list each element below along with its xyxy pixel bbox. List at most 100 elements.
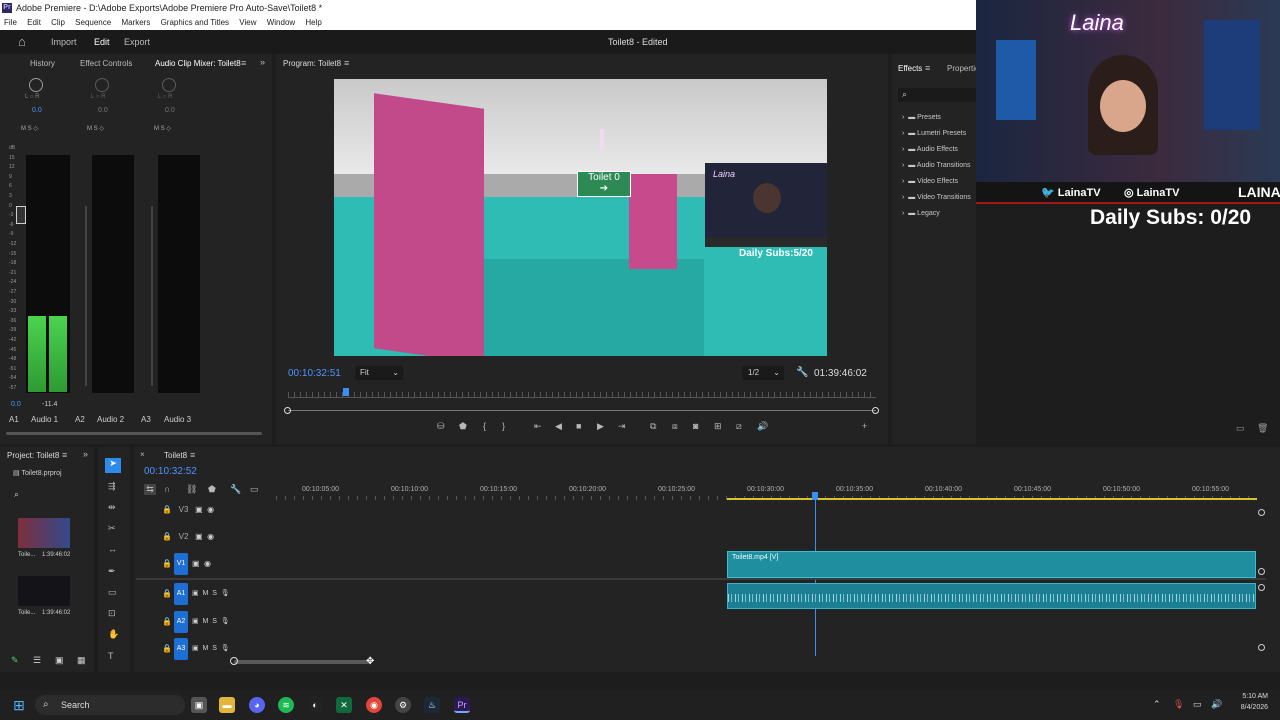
project-file[interactable]: ▤ Toilet8.prproj: [13, 469, 62, 477]
timeline-h-scrollbar[interactable]: [234, 660, 370, 664]
tab-history[interactable]: History: [30, 59, 55, 68]
mute-solo-a3[interactable]: M S ◇: [154, 125, 171, 132]
effects-menu-icon[interactable]: ≡: [925, 63, 930, 73]
slip-icon[interactable]: ↔: [108, 544, 117, 554]
chrome-icon[interactable]: ◉: [366, 697, 382, 713]
volume-fader-a2[interactable]: [85, 206, 87, 386]
pan-knob-a2[interactable]: [95, 78, 109, 92]
program-timecode[interactable]: 00:10:32:51: [288, 368, 341, 379]
taskbar-search-box[interactable]: ⌕ Search: [35, 695, 185, 715]
volume-icon[interactable]: 🔊: [1211, 699, 1222, 710]
project-thumbnail-2[interactable]: [18, 576, 70, 606]
app-icon[interactable]: ⚙: [395, 697, 411, 713]
track-v1-controls[interactable]: ▣ ◉: [192, 559, 211, 568]
captions-icon[interactable]: ▭: [250, 484, 259, 495]
video-scroll-handle-top[interactable]: [1258, 509, 1265, 516]
file-explorer-icon[interactable]: ▬: [219, 697, 235, 713]
track-target-a2[interactable]: A2: [174, 611, 188, 633]
track-a1-controls[interactable]: ▣ M S 🎙: [192, 589, 230, 597]
new-bin-icon[interactable]: ▭: [1236, 423, 1245, 434]
pan-knob-a1[interactable]: [29, 78, 43, 92]
effects-search-input[interactable]: ⌕: [898, 88, 976, 102]
fit-dropdown[interactable]: Fit ⌄: [355, 366, 403, 380]
icon-view-icon[interactable]: ▣: [55, 655, 64, 666]
windows-start-icon[interactable]: ⊞: [11, 697, 27, 713]
menu-markers[interactable]: Markers: [121, 18, 150, 27]
project-expand-icon[interactable]: »: [83, 449, 88, 459]
premiere-taskbar-icon[interactable]: Pr: [454, 697, 470, 713]
pencil-icon[interactable]: ✎: [11, 655, 19, 666]
zoom-handle-right[interactable]: [872, 407, 879, 414]
track-select-icon[interactable]: ⇶: [108, 481, 116, 492]
pen-tool-icon[interactable]: ✒: [108, 566, 116, 577]
effect-folder-video-effects[interactable]: › ▬ Video Effects: [902, 178, 958, 185]
wrench-icon[interactable]: 🔧: [796, 367, 808, 378]
trash-icon[interactable]: 🗑: [1257, 423, 1268, 434]
chevron-right-icon[interactable]: »: [260, 57, 265, 67]
mute-solo-a2[interactable]: M S ◇: [87, 125, 104, 132]
volume-fader-a3[interactable]: [151, 206, 153, 386]
program-time-ruler[interactable]: [288, 392, 876, 398]
discord-icon[interactable]: ◕: [249, 697, 265, 713]
pan-value-a1[interactable]: 0.0: [32, 107, 42, 114]
program-menu-icon[interactable]: ≡: [344, 58, 349, 68]
track-target-a3[interactable]: A3: [174, 638, 188, 660]
obs-icon[interactable]: ◐: [307, 697, 323, 713]
zoom-handle-left[interactable]: [284, 407, 291, 414]
trim-icon[interactable]: ⧄: [736, 421, 742, 432]
mark-out-icon[interactable]: }: [502, 421, 505, 431]
menu-edit[interactable]: Edit: [27, 18, 41, 27]
track-divider[interactable]: [136, 578, 1266, 580]
microphone-icon[interactable]: 🎙: [1173, 699, 1184, 710]
lift-icon[interactable]: ⛁: [437, 421, 445, 432]
effect-folder-lumetri[interactable]: › ▬ Lumetri Presets: [902, 130, 966, 137]
resolution-dropdown[interactable]: 1/2 ⌄: [742, 366, 784, 380]
pan-value-a3[interactable]: 0.0: [165, 107, 175, 114]
work-area-bar[interactable]: [727, 498, 1257, 500]
track-target-v1[interactable]: V1: [174, 553, 188, 575]
video-clip-v1[interactable]: Toilet8.mp4 [V]: [727, 551, 1256, 578]
track-target-a1[interactable]: A1: [174, 583, 188, 605]
step-back-icon[interactable]: ◀: [555, 421, 562, 432]
stop-icon[interactable]: ■: [576, 421, 581, 431]
timeline-menu-icon[interactable]: ≡: [190, 450, 195, 460]
insert-icon[interactable]: ⧉: [650, 421, 656, 432]
effect-folder-audio-effects[interactable]: › ▬ Audio Effects: [902, 146, 958, 153]
tab-edit[interactable]: Edit: [94, 30, 110, 54]
multicam-icon[interactable]: ⊞: [714, 421, 722, 432]
tab-audio-clip-mixer[interactable]: Audio Clip Mixer: Toilet8: [155, 59, 241, 68]
menu-graphics[interactable]: Graphics and Titles: [161, 18, 229, 27]
rectangle-tool-icon[interactable]: ▭: [108, 587, 117, 598]
audio-scroll-handle-bottom[interactable]: [1258, 644, 1265, 651]
tab-export[interactable]: Export: [124, 30, 150, 54]
task-view-icon[interactable]: ▣: [191, 697, 207, 713]
tab-project[interactable]: Project: Toilet8: [7, 451, 59, 460]
effect-folder-presets[interactable]: › ▬ Presets: [902, 114, 941, 121]
timeline-wrench-icon[interactable]: 🔧: [230, 484, 241, 495]
project-thumbnail-1[interactable]: [18, 518, 70, 548]
menu-help[interactable]: Help: [305, 18, 321, 27]
zoom-scrollbar[interactable]: [288, 410, 876, 411]
program-video-frame[interactable]: Toilet 0 ➔ Laina Daily Subs:5/20: [334, 79, 827, 356]
tray-chevron-icon[interactable]: ⌃: [1153, 699, 1161, 710]
add-marker-icon[interactable]: ⬟: [208, 484, 216, 495]
go-to-out-icon[interactable]: ⇥: [618, 421, 626, 432]
pan-knob-a3[interactable]: [162, 78, 176, 92]
close-sequence-icon[interactable]: ×: [140, 450, 145, 459]
timeline-playhead-head[interactable]: [812, 492, 818, 500]
track-a2-controls[interactable]: ▣ M S 🎙: [192, 617, 230, 625]
overwrite-icon[interactable]: ⧈: [672, 421, 678, 432]
speaker-icon[interactable]: 🔊: [757, 421, 768, 432]
spotify-icon[interactable]: ≋: [278, 697, 294, 713]
menu-sequence[interactable]: Sequence: [75, 18, 111, 27]
tab-effect-controls[interactable]: Effect Controls: [80, 59, 132, 68]
tab-program[interactable]: Program: Toilet8: [283, 59, 341, 68]
steam-icon[interactable]: ♨: [424, 697, 440, 713]
timeline-timecode[interactable]: 00:10:32:52: [144, 466, 197, 477]
marker-icon[interactable]: ⬟: [459, 421, 467, 432]
tab-effects[interactable]: Effects: [898, 64, 922, 73]
network-icon[interactable]: ▭: [1193, 699, 1202, 710]
pan-value-a2[interactable]: 0.0: [98, 107, 108, 114]
zoom-tool-icon[interactable]: ⊡: [108, 608, 116, 619]
menu-file[interactable]: File: [4, 18, 17, 27]
